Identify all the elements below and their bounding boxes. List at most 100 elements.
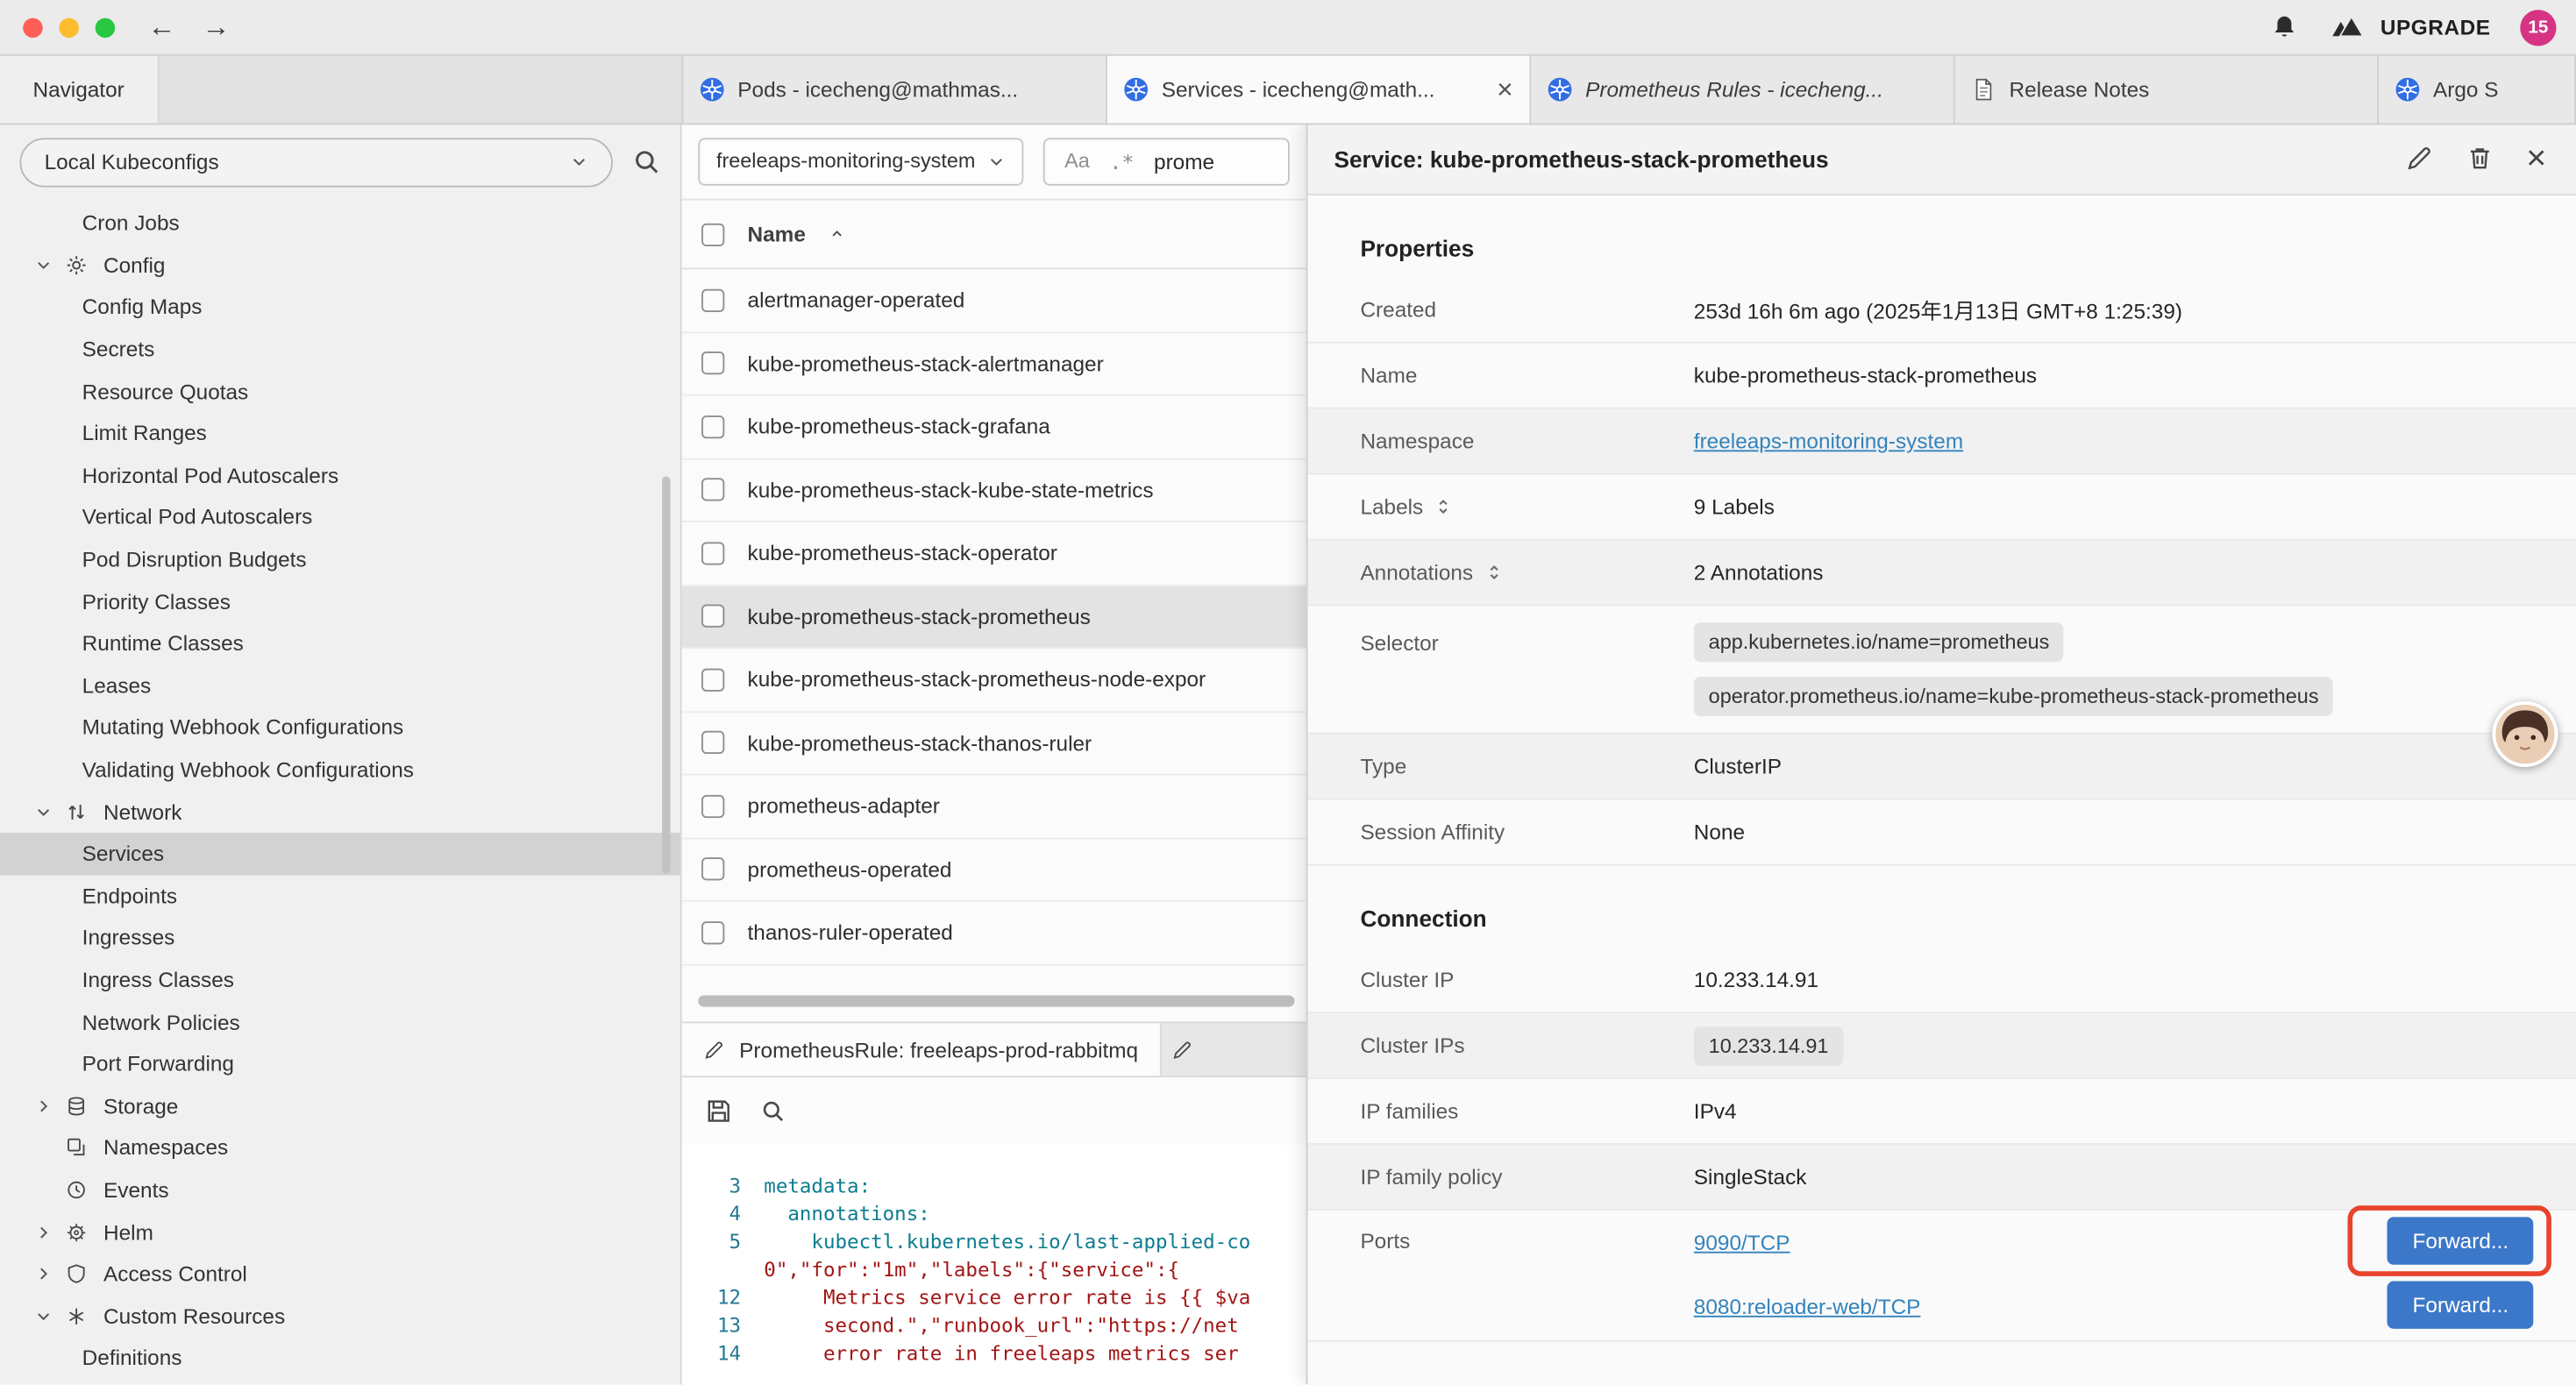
row-checkbox[interactable] (701, 731, 724, 754)
close-window-button[interactable] (23, 18, 42, 37)
delete-button[interactable] (2466, 145, 2494, 173)
notification-badge[interactable]: 15 (2520, 9, 2556, 45)
match-case-toggle[interactable]: Aa (1064, 150, 1090, 173)
sidebar-item-horizontal-pod-autoscalers[interactable]: Horizontal Pod Autoscalers (0, 454, 680, 496)
sidebar-item-leases[interactable]: Leases (0, 664, 680, 707)
sidebar-item-validating-webhook-configurations[interactable]: Validating Webhook Configurations (0, 749, 680, 791)
sidebar-item-vertical-pod-autoscalers[interactable]: Vertical Pod Autoscalers (0, 496, 680, 538)
search-input[interactable]: Aa .* prome (1043, 137, 1290, 184)
property-value: 2 Annotations (1694, 560, 2533, 585)
table-row-alertmanager-operated[interactable]: alertmanager-operated (682, 269, 1306, 332)
namespace-select[interactable]: freeleaps-monitoring-system (698, 137, 1023, 184)
namespace-link[interactable]: freeleaps-monitoring-system (1694, 429, 1963, 453)
table-row-thanos-ruler-operated[interactable]: thanos-ruler-operated (682, 902, 1306, 965)
sidebar-item-namespaces[interactable]: Namespaces (0, 1126, 680, 1168)
regex-toggle[interactable]: .* (1109, 149, 1134, 174)
row-checkbox[interactable] (701, 921, 724, 944)
code-text: second.","runbook_url":"https://net (764, 1312, 1238, 1340)
table-row-kube-prometheus-stack-prometheus-node-expor[interactable]: kube-prometheus-stack-prometheus-node-ex… (682, 649, 1306, 712)
save-icon[interactable] (705, 1097, 733, 1126)
sidebar-item-cron-jobs[interactable]: Cron Jobs (0, 202, 680, 244)
sidebar-item-ingress-classes[interactable]: Ingress Classes (0, 959, 680, 1001)
table-row-kube-prometheus-stack-kube-state-metrics[interactable]: kube-prometheus-stack-kube-state-metrics (682, 459, 1306, 522)
sidebar-item-runtime-classes[interactable]: Runtime Classes (0, 622, 680, 664)
row-checkbox[interactable] (701, 542, 724, 565)
row-checkbox[interactable] (701, 794, 724, 817)
sidebar-item-label: Mutating Webhook Configurations (82, 715, 404, 740)
row-checkbox[interactable] (701, 668, 724, 691)
property-label: Namespace (1360, 429, 1693, 453)
forward-button[interactable]: → (202, 13, 230, 41)
tab-services-icecheng-math[interactable]: Services - icecheng@math...× (1107, 54, 1531, 124)
sidebar-item-label: Network Policies (82, 1010, 240, 1034)
port-link[interactable]: 8080:reloader-web/TCP (1694, 1294, 1921, 1318)
forward-button[interactable]: Forward... (2387, 1217, 2533, 1264)
select-all-checkbox[interactable] (701, 223, 724, 245)
row-checkbox[interactable] (701, 858, 724, 881)
sidebar-item-definitions[interactable]: Definitions (0, 1337, 680, 1379)
tab-pods-icecheng-mathmas[interactable]: Pods - icecheng@mathmas... (683, 54, 1107, 124)
sidebar-item-priority-classes[interactable]: Priority Classes (0, 580, 680, 622)
user-avatar[interactable] (2492, 701, 2558, 767)
kubeconfig-select[interactable]: Local Kubeconfigs (19, 137, 612, 186)
sidebar-item-endpoints[interactable]: Endpoints (0, 875, 680, 917)
table-row-kube-prometheus-stack-operator[interactable]: kube-prometheus-stack-operator (682, 522, 1306, 586)
back-button[interactable]: ← (148, 13, 176, 41)
forward-button[interactable]: Forward... (2387, 1282, 2533, 1329)
sidebar-item-helm[interactable]: Helm (0, 1211, 680, 1253)
sidebar-item-label: Validating Webhook Configurations (82, 757, 414, 782)
name-column-header[interactable]: Name (748, 222, 806, 246)
table-row-kube-prometheus-stack-alertmanager[interactable]: kube-prometheus-stack-alertmanager (682, 332, 1306, 395)
row-checkbox[interactable] (701, 416, 724, 438)
sidebar-item-config-maps[interactable]: Config Maps (0, 286, 680, 328)
editor-search-icon[interactable] (761, 1099, 786, 1124)
edit-button[interactable] (2405, 145, 2433, 173)
sidebar-scrollbar[interactable] (662, 476, 670, 873)
tab-prometheus-rules-icecheng[interactable]: Prometheus Rules - icecheng... (1531, 54, 1954, 124)
editor-tab-partial[interactable] (1161, 1023, 1204, 1076)
sidebar-item-label: Endpoints (82, 884, 177, 908)
sidebar-item-access-control[interactable]: Access Control (0, 1253, 680, 1295)
tab-close-icon[interactable]: × (1497, 75, 1513, 103)
sidebar-item-secrets[interactable]: Secrets (0, 328, 680, 370)
sidebar-item-config[interactable]: Config (0, 244, 680, 286)
yaml-editor[interactable]: 3metadata:4 annotations:5 kubectl.kubern… (682, 1145, 1306, 1385)
table-row-prometheus-adapter[interactable]: prometheus-adapter (682, 775, 1306, 838)
row-checkbox[interactable] (701, 605, 724, 628)
property-row-session-affinity: Session AffinityNone (1307, 800, 2576, 866)
sidebar-item-mutating-webhook-configurations[interactable]: Mutating Webhook Configurations (0, 707, 680, 749)
minimize-window-button[interactable] (59, 18, 78, 37)
sidebar-item-resource-quotas[interactable]: Resource Quotas (0, 370, 680, 412)
zoom-window-button[interactable] (96, 18, 115, 37)
search-icon[interactable] (632, 148, 660, 176)
sidebar-item-services[interactable]: Services (0, 833, 680, 875)
property-value: app.kubernetes.io/name=prometheusoperato… (1694, 622, 2533, 716)
tab-row: Navigator Pods - icecheng@mathmas...Serv… (0, 54, 2576, 125)
editor-line: 3metadata: (682, 1173, 1306, 1201)
upgrade-button[interactable]: UPGRADE (2328, 15, 2491, 39)
tab-argo-s[interactable]: Argo S (2379, 54, 2576, 124)
editor-tab-prometheusrule[interactable]: PrometheusRule: freeleaps-prod-rabbitmq (682, 1023, 1162, 1076)
row-checkbox[interactable] (701, 479, 724, 501)
tab-release-notes[interactable]: Release Notes (1955, 54, 2379, 124)
sidebar-item-pod-disruption-budgets[interactable]: Pod Disruption Budgets (0, 538, 680, 580)
row-checkbox[interactable] (701, 352, 724, 374)
close-icon[interactable]: × (2526, 141, 2546, 175)
row-checkbox[interactable] (701, 288, 724, 311)
horizontal-scrollbar[interactable] (698, 995, 1294, 1006)
table-row-prometheus-operated[interactable]: prometheus-operated (682, 839, 1306, 902)
notifications-icon[interactable] (2270, 13, 2298, 41)
sidebar-item-events[interactable]: Events (0, 1168, 680, 1211)
sidebar-item-port-forwarding[interactable]: Port Forwarding (0, 1043, 680, 1085)
sidebar-item-network[interactable]: Network (0, 791, 680, 833)
sidebar-item-limit-ranges[interactable]: Limit Ranges (0, 412, 680, 454)
sidebar-item-ingresses[interactable]: Ingresses (0, 917, 680, 959)
port-link[interactable]: 9090/TCP (1694, 1230, 1790, 1254)
table-row-kube-prometheus-stack-prometheus[interactable]: kube-prometheus-stack-prometheus (682, 586, 1306, 649)
sidebar-item-network-policies[interactable]: Network Policies (0, 1001, 680, 1043)
table-row-kube-prometheus-stack-thanos-ruler[interactable]: kube-prometheus-stack-thanos-ruler (682, 712, 1306, 775)
property-label: IP family policy (1360, 1164, 1693, 1189)
sidebar-item-storage[interactable]: Storage (0, 1085, 680, 1127)
table-row-kube-prometheus-stack-grafana[interactable]: kube-prometheus-stack-grafana (682, 396, 1306, 459)
sidebar-item-custom-resources[interactable]: Custom Resources (0, 1295, 680, 1337)
